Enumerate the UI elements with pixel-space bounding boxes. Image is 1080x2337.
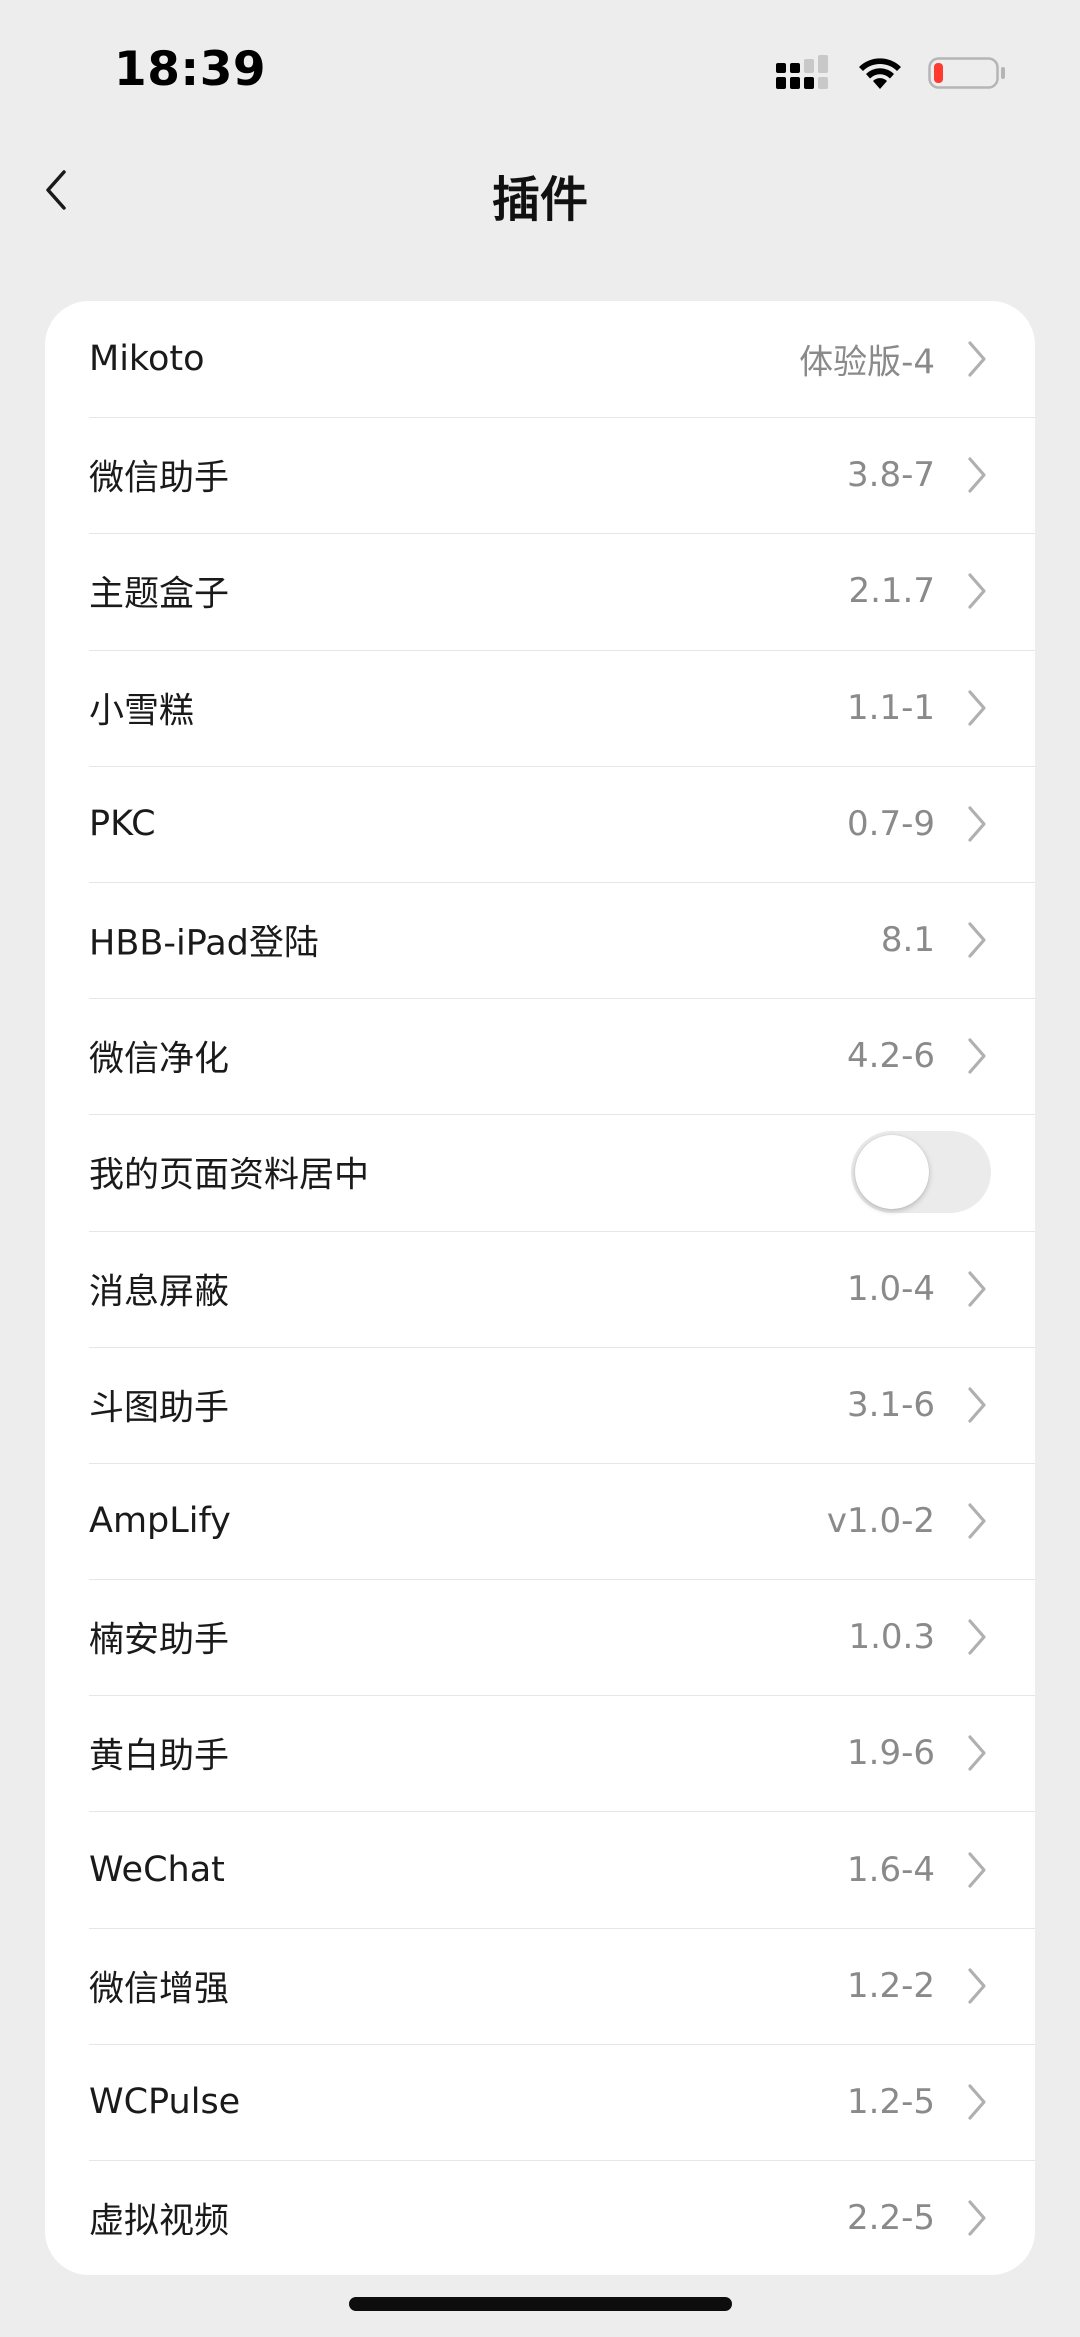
chevron-right-icon	[965, 1385, 989, 1425]
plugin-row-wechat[interactable]: WeChat 1.6-4	[45, 1811, 1035, 1927]
home-indicator[interactable]	[349, 2297, 732, 2311]
plugin-row-wcpulse[interactable]: WCPulse 1.2-5	[45, 2043, 1035, 2160]
chevron-right-icon	[965, 455, 989, 495]
chevron-right-icon	[965, 2198, 989, 2238]
plugin-name: 楠安助手	[89, 1620, 230, 1661]
plugin-version: 1.2-2	[847, 1965, 935, 2006]
status-icons	[776, 48, 1008, 98]
plugin-row-profile-center: 我的页面资料居中	[45, 1114, 1035, 1230]
chevron-right-icon	[965, 339, 989, 379]
plugin-row-wechat-purify[interactable]: 微信净化 4.2-6	[45, 998, 1035, 1114]
navigation-bar: 插件	[0, 140, 1080, 240]
cellular-signal-icon	[776, 55, 828, 89]
plugin-version: 3.1-6	[847, 1384, 935, 1425]
plugin-row-message-block[interactable]: 消息屏蔽 1.0-4	[45, 1230, 1035, 1347]
plugin-name: 虚拟视频	[89, 2201, 230, 2242]
chevron-right-icon	[965, 920, 989, 960]
plugin-row-nanan-assistant[interactable]: 楠安助手 1.0.3	[45, 1579, 1035, 1695]
plugin-version: 1.6-4	[847, 1849, 935, 1890]
plugin-name: PKC	[89, 803, 156, 844]
plugin-version: 2.1.7	[848, 571, 935, 612]
plugin-name: 微信净化	[89, 1039, 230, 1080]
battery-low-icon	[928, 57, 1005, 89]
plugin-row-hbb-ipad-login[interactable]: HBB-iPad登陆 8.1	[45, 881, 1035, 998]
profile-center-toggle[interactable]	[851, 1131, 991, 1214]
plugin-row-wechat-assistant[interactable]: 微信助手 3.8-7	[45, 417, 1035, 533]
status-time: 18:39	[114, 42, 267, 97]
plugin-version: 1.2-5	[847, 2081, 935, 2122]
chevron-right-icon	[965, 1733, 989, 1773]
chevron-right-icon	[965, 2082, 989, 2122]
chevron-right-icon	[965, 1850, 989, 1890]
plugin-version: 1.9-6	[847, 1733, 935, 1774]
plugin-name: 我的页面资料居中	[89, 1155, 370, 1196]
plugin-name: 微信助手	[89, 458, 230, 499]
plugin-row-sticker-assistant[interactable]: 斗图助手 3.1-6	[45, 1346, 1035, 1463]
plugin-row-theme-box[interactable]: 主题盒子 2.1.7	[45, 533, 1035, 649]
page-title: 插件	[491, 172, 588, 228]
plugin-name: WeChat	[89, 1849, 225, 1890]
plugin-row-huangbai-assistant[interactable]: 黄白助手 1.9-6	[45, 1695, 1035, 1811]
plugin-version: 2.2-5	[847, 2198, 935, 2239]
plugin-name: 主题盒子	[89, 574, 230, 615]
chevron-right-icon	[965, 1036, 989, 1076]
plugin-row-mikoto[interactable]: Mikoto 体验版-4	[45, 301, 1035, 417]
plugin-name: 微信增强	[89, 1969, 230, 2010]
plugin-name: Mikoto	[89, 339, 205, 380]
plugin-version: 1.0.3	[848, 1617, 935, 1658]
plugin-version: v1.0-2	[826, 1500, 935, 1541]
plugin-name: 斗图助手	[89, 1388, 230, 1429]
plugin-row-wechat-enhance[interactable]: 微信增强 1.2-2	[45, 1927, 1035, 2044]
status-bar: 18:39	[0, 0, 1080, 140]
chevron-right-icon	[965, 1269, 989, 1309]
chevron-right-icon	[965, 1617, 989, 1657]
wifi-icon	[859, 58, 901, 89]
plugin-row-xiaoxuegao[interactable]: 小雪糕 1.1-1	[45, 649, 1035, 766]
chevron-right-icon	[965, 571, 989, 611]
plugin-row-virtual-video[interactable]: 虚拟视频 2.2-5	[45, 2160, 1035, 2275]
plugin-version: 体验版-4	[799, 342, 935, 383]
plugin-name: WCPulse	[89, 2081, 241, 2122]
chevron-right-icon	[965, 688, 989, 728]
chevron-right-icon	[965, 1501, 989, 1541]
chevron-right-icon	[965, 1966, 989, 2006]
plugin-version: 4.2-6	[847, 1036, 935, 1077]
plugin-row-pkc[interactable]: PKC 0.7-9	[45, 765, 1035, 882]
plugin-list: Mikoto 体验版-4 微信助手 3.8-7 主题盒子 2.1.7 小雪糕 1…	[45, 301, 1035, 2275]
plugin-name: 消息屏蔽	[89, 1272, 230, 1313]
plugin-version: 1.0-4	[847, 1268, 935, 1309]
plugin-name: HBB-iPad登陆	[89, 923, 319, 964]
plugin-version: 8.1	[880, 920, 935, 961]
plugin-version: 1.1-1	[847, 687, 935, 728]
plugin-version: 3.8-7	[847, 455, 935, 496]
plugin-name: 小雪糕	[89, 691, 195, 732]
plugin-name: AmpLify	[89, 1500, 231, 1541]
plugin-version: 0.7-9	[847, 803, 935, 844]
toggle-knob	[855, 1135, 929, 1210]
plugin-name: 黄白助手	[89, 1736, 230, 1777]
plugin-row-amplify[interactable]: AmpLify v1.0-2	[45, 1462, 1035, 1579]
chevron-right-icon	[965, 804, 989, 844]
